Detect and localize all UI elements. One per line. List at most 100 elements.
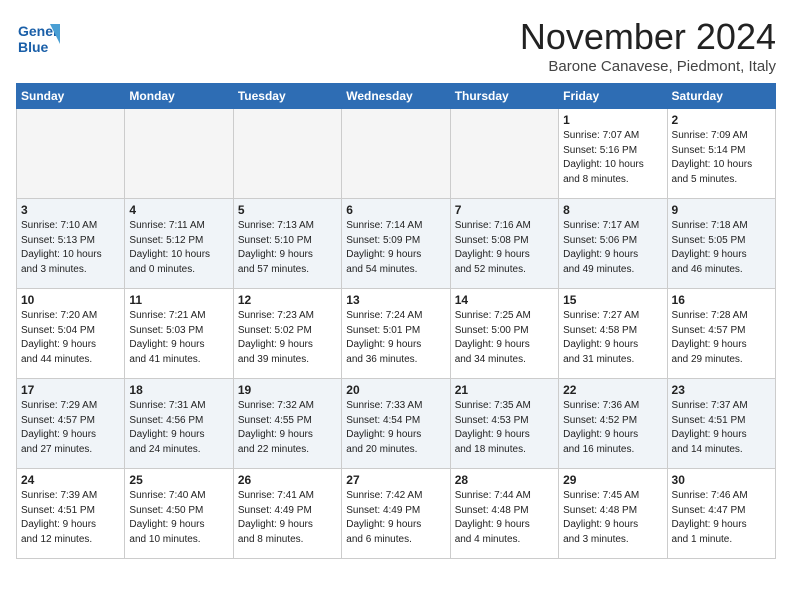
day-info: Sunrise: 7:41 AM Sunset: 4:49 PM Dayligh… [238, 489, 337, 547]
calendar-cell [125, 109, 233, 199]
month-title: November 2024 [520, 16, 776, 58]
calendar-cell: 25 Sunrise: 7:40 AM Sunset: 4:50 PM Dayli… [125, 469, 233, 559]
calendar-cell: 6 Sunrise: 7:14 AM Sunset: 5:09 PM Daylig… [342, 199, 450, 289]
day-info: Sunrise: 7:39 AM Sunset: 4:51 PM Dayligh… [21, 489, 120, 547]
day-info: Sunrise: 7:46 AM Sunset: 4:47 PM Dayligh… [672, 489, 771, 547]
weekday-header: Monday [125, 84, 233, 109]
calendar-cell: 9Sunrise: 7:18 AM Sunset: 5:05 PM Daylig… [667, 199, 775, 289]
calendar-cell: 3 Sunrise: 7:10 AM Sunset: 5:13 PM Daylig… [17, 199, 125, 289]
day-info: Sunrise: 7:45 AM Sunset: 4:48 PM Dayligh… [563, 489, 662, 547]
day-number: 3 [21, 203, 120, 217]
calendar-cell [17, 109, 125, 199]
day-number: 7 [455, 203, 554, 217]
day-number: 10 [21, 293, 120, 307]
day-info: Sunrise: 7:40 AM Sunset: 4:50 PM Dayligh… [129, 489, 228, 547]
calendar-cell: 2Sunrise: 7:09 AM Sunset: 5:14 PM Daylig… [667, 109, 775, 199]
calendar-cell: 23 Sunrise: 7:37 AM Sunset: 4:51 PM Dayli… [667, 379, 775, 469]
weekday-header: Sunday [17, 84, 125, 109]
calendar-cell: 4 Sunrise: 7:11 AM Sunset: 5:12 PM Daylig… [125, 199, 233, 289]
day-number: 5 [238, 203, 337, 217]
day-info: Sunrise: 7:27 AM Sunset: 4:58 PM Dayligh… [563, 309, 662, 367]
day-info: Sunrise: 7:28 AM Sunset: 4:57 PM Dayligh… [672, 309, 771, 367]
day-info: Sunrise: 7:14 AM Sunset: 5:09 PM Dayligh… [346, 219, 445, 277]
day-info: Sunrise: 7:18 AM Sunset: 5:05 PM Dayligh… [672, 219, 771, 277]
day-info: Sunrise: 7:13 AM Sunset: 5:10 PM Dayligh… [238, 219, 337, 277]
calendar-cell [450, 109, 558, 199]
title-block: November 2024 Barone Canavese, Piedmont,… [520, 16, 776, 75]
calendar-table: SundayMondayTuesdayWednesdayThursdayFrid… [16, 83, 776, 559]
day-info: Sunrise: 7:42 AM Sunset: 4:49 PM Dayligh… [346, 489, 445, 547]
day-number: 20 [346, 383, 445, 397]
day-number: 1 [563, 113, 662, 127]
day-info: Sunrise: 7:24 AM Sunset: 5:01 PM Dayligh… [346, 309, 445, 367]
calendar-week-row: 1 Sunrise: 7:07 AM Sunset: 5:16 PM Daylig… [17, 109, 776, 199]
calendar-cell: 28 Sunrise: 7:44 AM Sunset: 4:48 PM Dayli… [450, 469, 558, 559]
day-info: Sunrise: 7:36 AM Sunset: 4:52 PM Dayligh… [563, 399, 662, 457]
calendar-cell: 8 Sunrise: 7:17 AM Sunset: 5:06 PM Daylig… [559, 199, 667, 289]
calendar-cell: 14 Sunrise: 7:25 AM Sunset: 5:00 PM Dayli… [450, 289, 558, 379]
calendar-cell: 12 Sunrise: 7:23 AM Sunset: 5:02 PM Dayli… [233, 289, 341, 379]
day-info: Sunrise: 7:21 AM Sunset: 5:03 PM Dayligh… [129, 309, 228, 367]
calendar-cell: 22Sunrise: 7:36 AM Sunset: 4:52 PM Dayli… [559, 379, 667, 469]
day-number: 21 [455, 383, 554, 397]
calendar-cell: 29 Sunrise: 7:45 AM Sunset: 4:48 PM Dayli… [559, 469, 667, 559]
day-number: 4 [129, 203, 228, 217]
calendar-week-row: 3 Sunrise: 7:10 AM Sunset: 5:13 PM Daylig… [17, 199, 776, 289]
day-info: Sunrise: 7:23 AM Sunset: 5:02 PM Dayligh… [238, 309, 337, 367]
day-info: Sunrise: 7:07 AM Sunset: 5:16 PM Dayligh… [563, 129, 662, 187]
day-info: Sunrise: 7:33 AM Sunset: 4:54 PM Dayligh… [346, 399, 445, 457]
page-header: General Blue November 2024 Barone Canave… [16, 16, 776, 75]
calendar-week-row: 17 Sunrise: 7:29 AM Sunset: 4:57 PM Dayli… [17, 379, 776, 469]
weekday-header: Friday [559, 84, 667, 109]
location: Barone Canavese, Piedmont, Italy [520, 58, 776, 75]
calendar-cell: 27 Sunrise: 7:42 AM Sunset: 4:49 PM Dayli… [342, 469, 450, 559]
day-number: 15 [563, 293, 662, 307]
day-number: 6 [346, 203, 445, 217]
day-number: 24 [21, 473, 120, 487]
day-info: Sunrise: 7:29 AM Sunset: 4:57 PM Dayligh… [21, 399, 120, 457]
calendar-cell: 21 Sunrise: 7:35 AM Sunset: 4:53 PM Dayli… [450, 379, 558, 469]
logo-icon: General Blue [16, 16, 60, 60]
calendar-cell: 24 Sunrise: 7:39 AM Sunset: 4:51 PM Dayli… [17, 469, 125, 559]
svg-text:Blue: Blue [18, 39, 49, 55]
calendar-cell: 26 Sunrise: 7:41 AM Sunset: 4:49 PM Dayli… [233, 469, 341, 559]
day-info: Sunrise: 7:25 AM Sunset: 5:00 PM Dayligh… [455, 309, 554, 367]
day-number: 30 [672, 473, 771, 487]
calendar-cell: 7 Sunrise: 7:16 AM Sunset: 5:08 PM Daylig… [450, 199, 558, 289]
calendar-cell: 10 Sunrise: 7:20 AM Sunset: 5:04 PM Dayli… [17, 289, 125, 379]
day-info: Sunrise: 7:37 AM Sunset: 4:51 PM Dayligh… [672, 399, 771, 457]
day-info: Sunrise: 7:09 AM Sunset: 5:14 PM Dayligh… [672, 129, 771, 187]
calendar-cell: 5 Sunrise: 7:13 AM Sunset: 5:10 PM Daylig… [233, 199, 341, 289]
weekday-header-row: SundayMondayTuesdayWednesdayThursdayFrid… [17, 84, 776, 109]
day-number: 27 [346, 473, 445, 487]
day-number: 12 [238, 293, 337, 307]
day-number: 26 [238, 473, 337, 487]
day-number: 16 [672, 293, 771, 307]
calendar-week-row: 10 Sunrise: 7:20 AM Sunset: 5:04 PM Dayli… [17, 289, 776, 379]
day-info: Sunrise: 7:35 AM Sunset: 4:53 PM Dayligh… [455, 399, 554, 457]
calendar-week-row: 24 Sunrise: 7:39 AM Sunset: 4:51 PM Dayli… [17, 469, 776, 559]
day-number: 29 [563, 473, 662, 487]
day-number: 28 [455, 473, 554, 487]
day-info: Sunrise: 7:11 AM Sunset: 5:12 PM Dayligh… [129, 219, 228, 277]
day-info: Sunrise: 7:32 AM Sunset: 4:55 PM Dayligh… [238, 399, 337, 457]
calendar-cell [342, 109, 450, 199]
day-info: Sunrise: 7:16 AM Sunset: 5:08 PM Dayligh… [455, 219, 554, 277]
day-info: Sunrise: 7:17 AM Sunset: 5:06 PM Dayligh… [563, 219, 662, 277]
day-info: Sunrise: 7:44 AM Sunset: 4:48 PM Dayligh… [455, 489, 554, 547]
day-number: 25 [129, 473, 228, 487]
logo: General Blue [16, 16, 60, 65]
calendar-cell [233, 109, 341, 199]
calendar-cell: 18Sunrise: 7:31 AM Sunset: 4:56 PM Dayli… [125, 379, 233, 469]
day-info: Sunrise: 7:20 AM Sunset: 5:04 PM Dayligh… [21, 309, 120, 367]
calendar-cell: 11Sunrise: 7:21 AM Sunset: 5:03 PM Dayli… [125, 289, 233, 379]
day-info: Sunrise: 7:31 AM Sunset: 4:56 PM Dayligh… [129, 399, 228, 457]
weekday-header: Tuesday [233, 84, 341, 109]
day-number: 23 [672, 383, 771, 397]
day-number: 8 [563, 203, 662, 217]
day-number: 14 [455, 293, 554, 307]
calendar-cell: 1 Sunrise: 7:07 AM Sunset: 5:16 PM Daylig… [559, 109, 667, 199]
calendar-cell: 17 Sunrise: 7:29 AM Sunset: 4:57 PM Dayli… [17, 379, 125, 469]
day-info: Sunrise: 7:10 AM Sunset: 5:13 PM Dayligh… [21, 219, 120, 277]
day-number: 17 [21, 383, 120, 397]
